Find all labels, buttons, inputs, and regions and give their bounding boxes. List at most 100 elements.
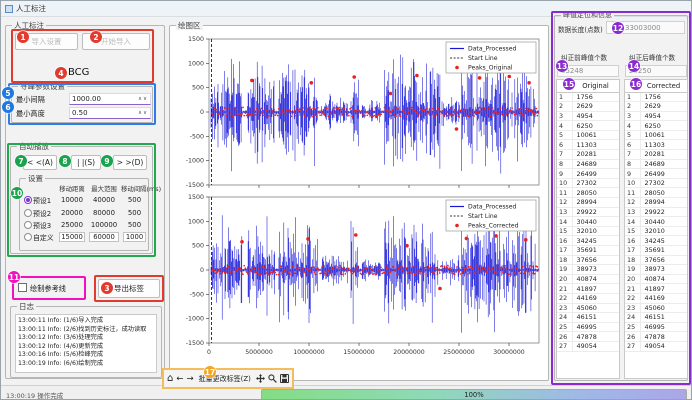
custom-value-input[interactable]: 1000	[123, 232, 146, 242]
zoom-icon[interactable]	[268, 374, 277, 383]
svg-text:-1000: -1000	[186, 316, 204, 323]
log-line: 13:00:11 Info: (1/6)导入完成	[18, 317, 154, 326]
table-row[interactable]: 2546995	[625, 322, 687, 332]
annotation-badge-13: 13	[556, 60, 568, 72]
table-row[interactable]: 1938973	[625, 265, 687, 275]
table-row[interactable]: 2749054	[625, 341, 687, 351]
plot-panel-label: 绘图区	[176, 21, 203, 30]
autoplay-next-button[interactable]: > >(D)	[113, 155, 147, 170]
table-row[interactable]: 1938973	[557, 265, 619, 275]
table-row[interactable]: 510061	[557, 130, 619, 140]
plot-bottom[interactable]: 150010005000-500-1000-150005000000100000…	[173, 193, 547, 373]
table-row[interactable]: 1430440	[625, 217, 687, 227]
table-row[interactable]: 1735691	[557, 246, 619, 256]
table-row[interactable]: 34954	[625, 111, 687, 121]
table-row[interactable]: 1128050	[625, 188, 687, 198]
table-row[interactable]: 1430440	[557, 217, 619, 227]
autoplay-pause-button[interactable]: | |(S)	[71, 155, 101, 170]
table-row[interactable]: 1837656	[625, 255, 687, 265]
preset-settings-table: 移动距离最大范围移动间隔(ms)预设11000040000500预设220000…	[22, 183, 147, 244]
table-row[interactable]: 1329922	[557, 207, 619, 217]
min-interval-row: 最小间隔 1000.00 ∧∨	[12, 93, 152, 106]
original-peaks-table[interactable]: Original11756226293495446250510061611303…	[556, 79, 620, 379]
table-row[interactable]: 46250	[625, 121, 687, 131]
log-output[interactable]: 13:00:11 Info: (1/6)导入完成13:00:11 Info: (…	[15, 314, 157, 373]
table-row[interactable]: 2446151	[625, 313, 687, 323]
table-row[interactable]: 510061	[625, 130, 687, 140]
table-row[interactable]: 1027302	[625, 178, 687, 188]
table-row[interactable]: 926499	[557, 169, 619, 179]
svg-text:-500: -500	[190, 133, 204, 140]
table-row[interactable]: 2345060	[625, 303, 687, 313]
back-icon[interactable]: ←	[176, 374, 183, 384]
forward-icon[interactable]: →	[186, 374, 193, 384]
table-row[interactable]: 2749054	[557, 341, 619, 351]
table-row[interactable]: 2446151	[557, 313, 619, 323]
table-row[interactable]: 1532010	[557, 226, 619, 236]
home-icon[interactable]: ⌂	[167, 374, 173, 384]
table-row[interactable]: 824689	[625, 159, 687, 169]
corrected-peaks-table[interactable]: Corrected1175622629349544625051006161130…	[624, 79, 688, 379]
save-icon[interactable]	[280, 374, 289, 383]
table-row[interactable]: 11756	[557, 92, 619, 102]
table-row[interactable]: 2244169	[625, 293, 687, 303]
log-line: 13:00:16 Info: (5/6)检峰完成	[18, 351, 154, 360]
progress-text: 100%	[464, 391, 483, 399]
svg-text:-500: -500	[190, 291, 204, 298]
custom-value-input[interactable]: 15000	[59, 232, 85, 242]
plot-panel: 绘图区 150010005000-500-1000-1500Data_Proce…	[169, 25, 549, 381]
table-row[interactable]: 1634245	[557, 236, 619, 246]
preset-radio[interactable]	[24, 221, 32, 229]
table-row[interactable]: 1027302	[557, 178, 619, 188]
pan-icon[interactable]	[256, 374, 265, 383]
preset-radio[interactable]	[24, 209, 32, 217]
table-row[interactable]: 1532010	[625, 226, 687, 236]
annotation-badge-3: 3	[101, 282, 113, 294]
table-row[interactable]: 2647878	[625, 332, 687, 342]
table-row[interactable]: 1735691	[625, 246, 687, 256]
table-row[interactable]: 22629	[625, 102, 687, 112]
table-row[interactable]: 2040874	[557, 274, 619, 284]
table-row[interactable]: 926499	[625, 169, 687, 179]
svg-text:500: 500	[192, 243, 204, 250]
table-row[interactable]: 2546995	[557, 322, 619, 332]
preset-radio[interactable]	[24, 196, 32, 204]
preset-radio[interactable]	[24, 233, 32, 241]
custom-value-input[interactable]: 60000	[89, 232, 119, 242]
table-row[interactable]: 2141897	[625, 284, 687, 294]
settings-label: 设置	[26, 174, 45, 183]
table-row[interactable]: 1837656	[557, 255, 619, 265]
table-row[interactable]: 22629	[557, 102, 619, 112]
table-row[interactable]: 1228994	[625, 198, 687, 208]
table-row[interactable]: 1128050	[557, 188, 619, 198]
preset-label: 预设3	[33, 220, 57, 230]
table-row[interactable]: 2141897	[557, 284, 619, 294]
annotation-badge-17: 17	[204, 366, 216, 378]
table-row[interactable]: 2040874	[625, 274, 687, 284]
settings-column-header: 最大范围	[87, 184, 121, 193]
table-row[interactable]: 720281	[625, 150, 687, 160]
plot-top[interactable]: 150010005000-500-1000-1500Data_Processed…	[173, 31, 547, 191]
table-row[interactable]: 2647878	[557, 332, 619, 342]
min-interval-spinbox[interactable]: 1000.00 ∧∨	[69, 93, 151, 105]
min-height-spinbox[interactable]: 0.50 ∧∨	[69, 107, 151, 119]
table-row[interactable]: 1634245	[625, 236, 687, 246]
table-row[interactable]: 1329922	[625, 207, 687, 217]
table-row[interactable]: 34954	[557, 111, 619, 121]
draw-reference-checkbox[interactable]	[18, 283, 27, 292]
autoplay-prev-button[interactable]: < <(A)	[23, 155, 57, 170]
table-row[interactable]: 611303	[625, 140, 687, 150]
table-row[interactable]: 611303	[557, 140, 619, 150]
panel-label: 人工标注	[12, 21, 46, 30]
table-row[interactable]: 824689	[557, 159, 619, 169]
table-row[interactable]: 1228994	[557, 198, 619, 208]
before-count-label: 纠正前峰值个数	[561, 52, 607, 62]
spinner-arrows-icon[interactable]: ∧∨	[138, 110, 148, 116]
autoplay-group: 自动播放 < <(A) | |(S) > >(D) 设置 移动距离最大范围移动间…	[10, 146, 153, 254]
table-row[interactable]: 2345060	[557, 303, 619, 313]
spinner-arrows-icon[interactable]: ∧∨	[138, 96, 148, 102]
table-row[interactable]: 11756	[625, 92, 687, 102]
table-row[interactable]: 2244169	[557, 293, 619, 303]
table-row[interactable]: 720281	[557, 150, 619, 160]
table-row[interactable]: 46250	[557, 121, 619, 131]
